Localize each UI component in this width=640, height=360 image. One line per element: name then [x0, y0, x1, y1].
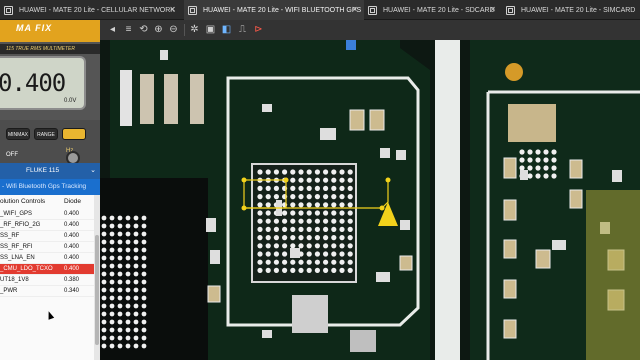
range-button[interactable]: RANGE: [34, 128, 58, 140]
close-icon[interactable]: ✕: [351, 5, 358, 15]
tab-label: HUAWEI - MATE 20 Lite - SDCARD: [383, 6, 495, 14]
net-name: _RF_RFIO_2G: [0, 222, 41, 228]
chip-icon[interactable]: ▣: [204, 23, 217, 36]
tab-label: HUAWEI - MATE 20 Lite - SIMCARD: [521, 6, 636, 14]
meter-model: 115 TRUE RMS MULTIMETER: [0, 44, 100, 54]
column-header-diode: Diode: [64, 198, 81, 205]
meter-brand: MA FIX: [16, 23, 53, 33]
net-name: _PWR: [0, 288, 18, 294]
diode-value: 0.400: [64, 266, 80, 272]
tab-cellular-network[interactable]: HUAWEI - MATE 20 Lite - CELLULAR NETWORK…: [0, 0, 182, 20]
tab-label: HUAWEI - MATE 20 Lite - CELLULAR NETWORK: [19, 6, 175, 14]
diode-value: 0.400: [64, 233, 80, 239]
table-row[interactable]: SS_RF 0.400: [0, 231, 94, 242]
pcb-canvas[interactable]: [100, 40, 640, 360]
off-label: OFF: [6, 152, 18, 158]
net-name: UT18_1V8: [0, 277, 29, 283]
tab-label: HUAWEI - MATE 20 Lite - WIFI BLUETOOTH G…: [203, 6, 362, 14]
divider: [184, 24, 185, 36]
meter-display: 0.400 0.0V: [0, 56, 86, 110]
hold-button[interactable]: [62, 128, 86, 140]
diode-icon[interactable]: ⊳: [252, 23, 265, 36]
net-name: SS_LNA_EN: [0, 255, 35, 261]
diode-value: 0.400: [64, 211, 80, 217]
section-selector[interactable]: - Wifi Bluetooth Gps Tracking: [0, 179, 100, 195]
meter-controls: MINMAX RANGE OFF Hz: [0, 120, 100, 165]
device-selector[interactable]: FLUKE 115 ⌄: [0, 163, 100, 179]
board-view[interactable]: [100, 40, 640, 360]
chevron-down-icon: ⌄: [90, 167, 96, 174]
board-icon: [368, 5, 377, 15]
diode-value: 0.380: [64, 277, 80, 283]
app-window: HUAWEI - MATE 20 Lite - CELLULAR NETWORK…: [0, 0, 640, 360]
close-icon[interactable]: ✕: [489, 5, 496, 15]
net-name: _WIFI_GPS: [0, 211, 33, 217]
net-name: _CMU_LDO_TCXO: [0, 266, 53, 272]
scrollbar-thumb[interactable]: [95, 235, 99, 345]
table-row[interactable]: SS_LNA_EN 0.400: [0, 253, 94, 264]
table-row[interactable]: _RF_RFIO_2G 0.400: [0, 220, 94, 231]
settings-icon[interactable]: ✲: [188, 23, 201, 36]
back-icon[interactable]: ◂: [106, 23, 119, 36]
list-icon[interactable]: ≡: [122, 23, 135, 36]
minmax-button[interactable]: MINMAX: [6, 128, 30, 140]
tab-sdcard[interactable]: HUAWEI - MATE 20 Lite - SDCARD ✕: [364, 0, 502, 20]
rotate-icon[interactable]: ⟲: [137, 23, 150, 36]
table-row[interactable]: _CMU_LDO_TCXO 0.400: [0, 264, 94, 275]
diode-value: 0.340: [64, 288, 80, 294]
tab-bar: HUAWEI - MATE 20 Lite - CELLULAR NETWORK…: [0, 0, 640, 20]
device-selector-label: FLUKE 115: [26, 167, 60, 174]
zoom-in-icon[interactable]: ⊕: [152, 23, 165, 36]
diode-value: 0.400: [64, 255, 80, 261]
table-row[interactable]: _WIFI_GPS 0.400: [0, 209, 94, 220]
meter-unit: 0.0V: [64, 98, 77, 104]
meter-reading: 0.400: [0, 69, 66, 97]
mouse-cursor-icon: [45, 310, 55, 320]
meter-header: MA FIX: [0, 20, 100, 42]
net-name: SS_RF: [0, 233, 20, 239]
table-header: olution Controls Diode: [0, 196, 94, 208]
left-panel: MA FIX 115 TRUE RMS MULTIMETER 0.400 0.0…: [0, 20, 100, 360]
multimeter: MA FIX 115 TRUE RMS MULTIMETER 0.400 0.0…: [0, 20, 100, 165]
board-icon: [188, 5, 197, 15]
layers-icon[interactable]: ◧: [220, 23, 233, 36]
table-row[interactable]: SS_RF_RFI 0.400: [0, 242, 94, 253]
board-icon: [506, 5, 515, 15]
table-row[interactable]: _PWR 0.340: [0, 286, 94, 297]
net-name: SS_RF_RFI: [0, 244, 33, 250]
tab-wifi-bluetooth-gps[interactable]: HUAWEI - MATE 20 Lite - WIFI BLUETOOTH G…: [184, 0, 364, 20]
column-header-name: olution Controls: [0, 198, 46, 205]
diode-value: 0.400: [64, 244, 80, 250]
board-icon: [4, 5, 13, 15]
tab-simcard[interactable]: HUAWEI - MATE 20 Lite - SIMCARD: [502, 0, 640, 20]
clip-icon[interactable]: ⎍: [236, 23, 249, 36]
zoom-out-icon[interactable]: ⊖: [167, 23, 180, 36]
board-toolbar: ◂ ≡ ⟲ ⊕ ⊖ ✲ ▣ ◧ ⎍ ⊳: [100, 20, 640, 40]
bga-chip-main[interactable]: [251, 163, 357, 283]
table-row[interactable]: UT18_1V8 0.380: [0, 275, 94, 286]
diode-value: 0.400: [64, 222, 80, 228]
close-icon[interactable]: ✕: [169, 5, 176, 15]
measurement-table: olution Controls Diode _WIFI_GPS 0.400 _RF…: [0, 195, 100, 360]
